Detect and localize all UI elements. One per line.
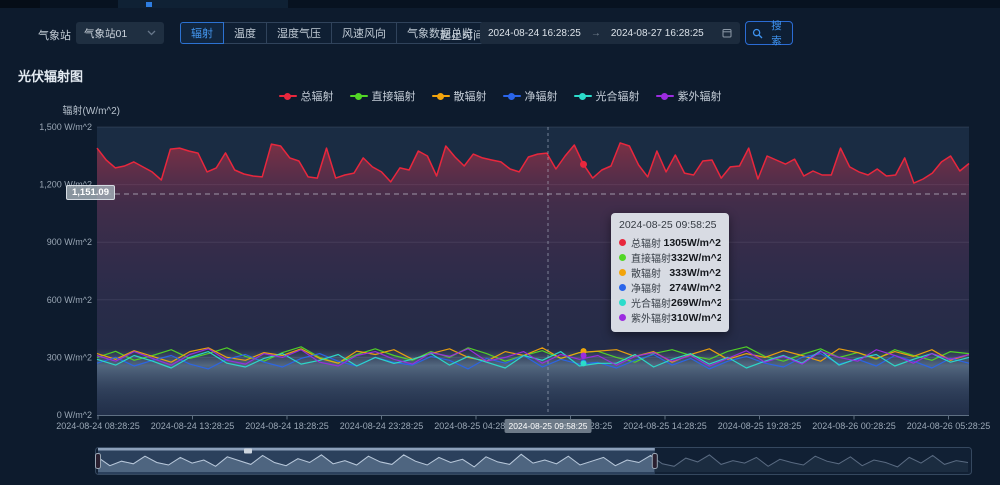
svg-text:900 W/m^2: 900 W/m^2 [47, 237, 92, 247]
svg-text:2024-08-24 13:28:25: 2024-08-24 13:28:25 [151, 421, 235, 431]
radiation-chart[interactable]: 0 W/m^2300 W/m^2600 W/m^2900 W/m^21,200 … [0, 0, 1000, 485]
series-dot-icon [619, 284, 626, 291]
svg-text:2024-08-24 18:28:25: 2024-08-24 18:28:25 [245, 421, 329, 431]
tooltip-series-value: 274W/m^2 [669, 282, 721, 294]
tooltip-row: 散辐射 333W/m^2 [619, 265, 721, 280]
svg-text:2024-08-25 14:28:25: 2024-08-25 14:28:25 [623, 421, 707, 431]
tooltip-series-value: 1305W/m^2 [664, 237, 722, 249]
series-dot-icon [619, 314, 626, 321]
tooltip-series-value: 333W/m^2 [669, 267, 721, 279]
tooltip-series-name: 散辐射 [631, 265, 661, 280]
series-dot-icon [619, 254, 626, 261]
tooltip-time: 2024-08-25 09:58:25 [619, 219, 721, 231]
svg-text:2024-08-24 08:28:25: 2024-08-24 08:28:25 [56, 421, 140, 431]
app-root: 气象站 气象站01 辐射温度湿度气压风速风向气象数据总览 起止时间 2024-0… [0, 0, 1000, 485]
svg-text:1,500 W/m^2: 1,500 W/m^2 [39, 122, 92, 132]
series-dot-icon [619, 299, 626, 306]
svg-text:600 W/m^2: 600 W/m^2 [47, 295, 92, 305]
svg-text:2024-08-26 00:28:25: 2024-08-26 00:28:25 [812, 421, 896, 431]
tooltip-series-name: 紫外辐射 [631, 310, 671, 325]
tooltip-rows: 总辐射1305W/m^2直接辐射332W/m^2散辐射333W/m^2净辐射27… [619, 235, 721, 325]
data-zoom-slider[interactable] [96, 448, 972, 475]
series-dot-icon [619, 269, 626, 276]
tooltip-series-value: 269W/m^2 [671, 297, 721, 309]
axis-pointer-label: 2024-08-25 09:58:25 [505, 419, 592, 433]
series-dot-icon [619, 239, 626, 246]
tab-radiation[interactable]: 辐射 [180, 22, 224, 44]
series-area-fills [97, 143, 969, 415]
svg-text:2024-08-26 05:28:25: 2024-08-26 05:28:25 [907, 421, 991, 431]
tooltip-row: 净辐射 274W/m^2 [619, 280, 721, 295]
tooltip-series-value: 332W/m^2 [671, 252, 721, 264]
svg-text:300 W/m^2: 300 W/m^2 [47, 352, 92, 362]
chart-tooltip: 2024-08-25 09:58:25 总辐射1305W/m^2直接辐射332W… [611, 213, 729, 332]
tooltip-series-name: 总辐射 [631, 235, 661, 250]
markline-value-badge: 1,151.09 [66, 185, 115, 200]
svg-text:2024-08-24 23:28:25: 2024-08-24 23:28:25 [340, 421, 424, 431]
tooltip-row: 总辐射1305W/m^2 [619, 235, 721, 250]
svg-text:2024-08-25 19:28:25: 2024-08-25 19:28:25 [718, 421, 802, 431]
tooltip-row: 紫外辐射310W/m^2 [619, 310, 721, 325]
slider-left-handle[interactable] [96, 454, 101, 469]
tooltip-series-name: 直接辐射 [631, 250, 671, 265]
tooltip-series-name: 净辐射 [631, 280, 661, 295]
tooltip-series-value: 310W/m^2 [671, 312, 721, 324]
y-axis-title: 辐射(W/m^2) [63, 104, 120, 117]
tooltip-row: 直接辐射332W/m^2 [619, 250, 721, 265]
slider-right-handle[interactable] [652, 454, 657, 469]
tooltip-row: 光合辐射269W/m^2 [619, 295, 721, 310]
svg-text:0 W/m^2: 0 W/m^2 [57, 410, 92, 420]
tooltip-series-name: 光合辐射 [631, 295, 671, 310]
slider-move-handle[interactable] [244, 449, 252, 454]
